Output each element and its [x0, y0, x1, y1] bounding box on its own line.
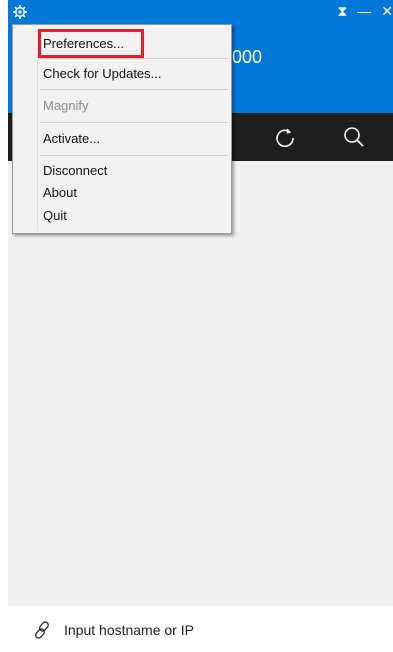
gear-icon[interactable]	[12, 4, 28, 20]
close-icon[interactable]: ✕	[381, 3, 393, 19]
menu-item-activate[interactable]: Activate...	[43, 128, 100, 150]
search-icon[interactable]	[342, 125, 366, 149]
header-value-text: 000	[232, 47, 263, 67]
pin-icon[interactable]: ⧗	[337, 3, 347, 19]
highlight-box	[38, 29, 144, 58]
menu-separator	[40, 155, 228, 156]
minimize-icon[interactable]: —	[357, 3, 371, 19]
menu-item-check-for-updates[interactable]: Check for Updates...	[43, 63, 162, 85]
menu-item-disconnect[interactable]: Disconnect	[43, 160, 107, 182]
menu-item-about[interactable]: About	[43, 182, 77, 204]
refresh-icon[interactable]	[273, 125, 297, 149]
link-icon	[35, 621, 49, 639]
menu-separator	[40, 89, 228, 90]
hostname-input[interactable]	[64, 618, 364, 642]
menu-separator	[40, 58, 228, 59]
menu-separator	[40, 122, 228, 123]
menu-item-magnify: Magnify	[43, 98, 89, 113]
hostname-bar	[0, 606, 393, 652]
menu-item-quit[interactable]: Quit	[43, 205, 67, 227]
window-controls: ⧗ — ✕	[337, 3, 393, 19]
settings-dropdown-menu: Preferences... Check for Updates... Magn…	[12, 24, 232, 234]
